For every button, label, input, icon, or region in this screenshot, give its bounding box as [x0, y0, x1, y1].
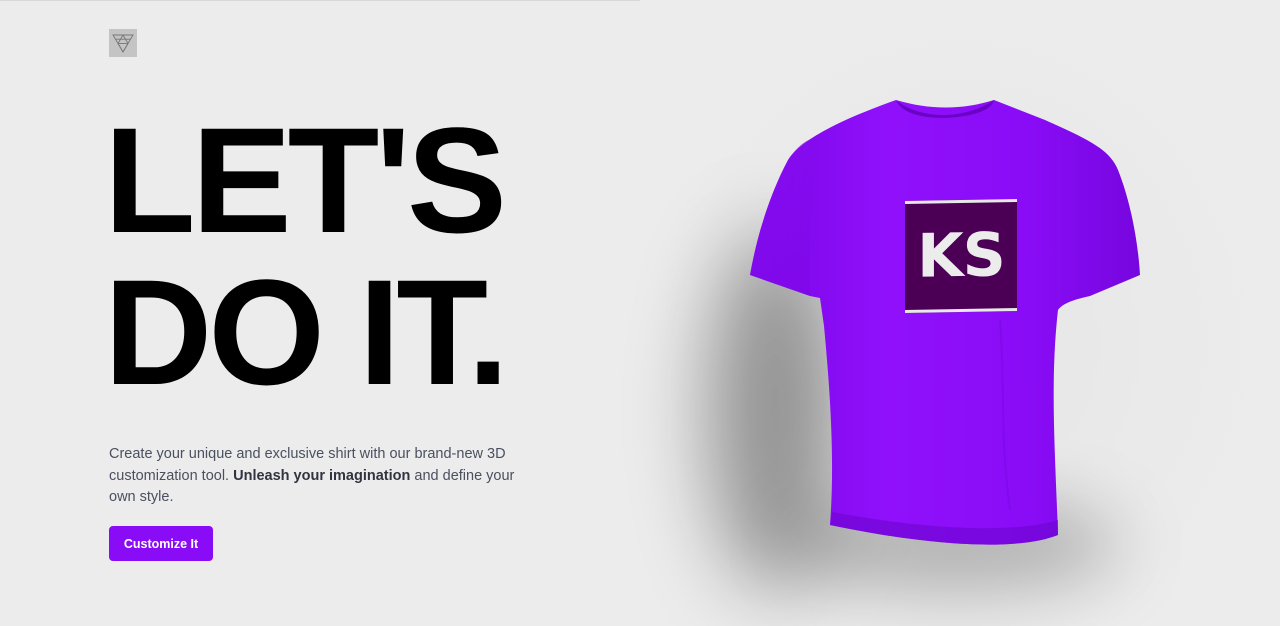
customize-it-button[interactable]: Customize It	[109, 526, 213, 561]
headline-line-1: LET'S	[104, 96, 507, 264]
decal-text: KS	[917, 220, 1005, 292]
shirt-3d-viewer[interactable]: KS	[700, 80, 1180, 620]
tshirt-model	[750, 100, 1140, 545]
shirt-logo-decal: KS	[905, 199, 1017, 313]
shirt-left-sleeve-shade	[750, 138, 818, 296]
page-title: LET'S DO IT.	[104, 104, 564, 408]
headline-line-2: DO IT.	[104, 248, 509, 416]
description-emphasis: Unleash your imagination	[233, 467, 411, 484]
triangle-mesh-logo-icon[interactable]	[109, 29, 137, 57]
hero-description: Create your unique and exclusive shirt w…	[109, 444, 519, 509]
